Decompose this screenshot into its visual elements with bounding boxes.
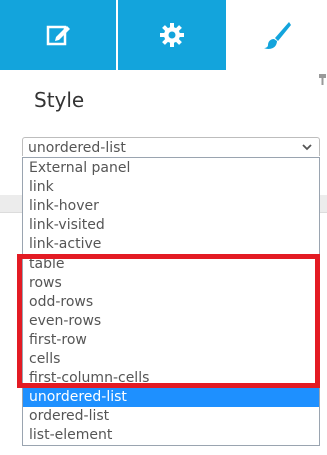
option-list-element[interactable]: list-element: [23, 426, 319, 445]
option-first-row[interactable]: first-row: [23, 331, 319, 350]
chevron-down-icon: [302, 144, 312, 151]
option-external-panel[interactable]: External panel: [23, 159, 319, 178]
option-rows[interactable]: rows: [23, 274, 319, 293]
tab-style[interactable]: [226, 0, 327, 70]
selector-value: unordered-list: [28, 140, 126, 156]
tab-edit[interactable]: [0, 0, 116, 70]
option-cells[interactable]: cells: [23, 350, 319, 369]
tab-settings[interactable]: [118, 0, 226, 70]
panel-title: Style: [34, 88, 85, 112]
option-unordered-list[interactable]: unordered-list: [23, 388, 319, 407]
toolbar: [0, 0, 327, 70]
option-link-active[interactable]: link-active: [23, 235, 319, 254]
option-table[interactable]: table: [23, 255, 319, 274]
option-ordered-list[interactable]: ordered-list: [23, 407, 319, 426]
option-first-column-cells[interactable]: first-column-cells: [23, 369, 319, 388]
pin-icon[interactable]: [318, 72, 327, 86]
selector-options-list[interactable]: External panel link link-hover link-visi…: [22, 157, 320, 446]
option-link-hover[interactable]: link-hover: [23, 197, 319, 216]
selector-dropdown[interactable]: unordered-list: [22, 137, 320, 156]
option-link-visited[interactable]: link-visited: [23, 216, 319, 235]
gear-icon: [160, 23, 184, 47]
edit-icon: [46, 25, 70, 46]
option-link[interactable]: link: [23, 178, 319, 197]
option-odd-rows[interactable]: odd-rows: [23, 293, 319, 312]
option-even-rows[interactable]: even-rows: [23, 312, 319, 331]
paintbrush-icon: [263, 22, 291, 49]
